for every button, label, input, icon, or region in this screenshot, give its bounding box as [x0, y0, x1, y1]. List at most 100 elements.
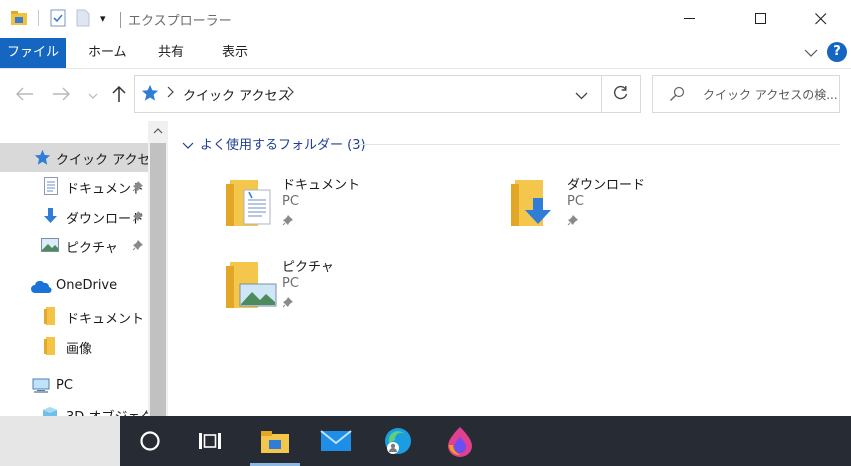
edge-icon — [385, 428, 411, 454]
star-icon — [34, 149, 51, 170]
taskbar-paint[interactable] — [430, 416, 490, 466]
scroll-thumb[interactable] — [150, 143, 166, 416]
search-box[interactable]: クイック アクセスの検... — [652, 75, 840, 113]
recent-locations-icon[interactable] — [88, 90, 98, 105]
help-icon[interactable]: ? — [827, 42, 847, 62]
taskbar-file-explorer[interactable] — [245, 416, 305, 466]
breadcrumb-chevron-icon[interactable] — [287, 86, 295, 102]
file-explorer-icon — [261, 431, 289, 453]
sidebar-item-onedrive[interactable]: OneDrive — [0, 272, 148, 301]
folder-tile-pictures[interactable]: ピクチャ PC — [226, 258, 486, 328]
sidebar-item-label: PC — [56, 378, 73, 393]
pin-icon[interactable] — [282, 296, 294, 312]
sidebar-item-label: ピクチャ — [66, 241, 118, 256]
forward-arrow-icon[interactable] — [52, 87, 70, 105]
back-arrow-icon[interactable] — [16, 87, 34, 105]
sidebar-item-pictures[interactable]: ピクチャ — [0, 231, 148, 260]
folder-name: ドキュメント — [282, 178, 361, 193]
sidebar-scrollbar[interactable] — [148, 121, 168, 416]
task-view-icon — [199, 433, 221, 449]
refresh-icon — [612, 85, 629, 106]
folder-name: ピクチャ — [282, 260, 334, 275]
maximize-button[interactable] — [738, 0, 784, 38]
breadcrumb-quick-access[interactable]: クイック アクセス — [183, 85, 290, 104]
title-separator — [120, 12, 121, 28]
pin-icon[interactable] — [282, 214, 294, 230]
qa-separator — [38, 10, 40, 30]
picture-icon — [41, 238, 59, 256]
sidebar-item-pc[interactable]: PC — [0, 372, 148, 401]
paint-icon — [448, 427, 472, 457]
cortana-button[interactable] — [120, 416, 180, 466]
downloads-folder-icon — [511, 176, 559, 232]
pin-icon[interactable] — [132, 180, 144, 196]
close-button[interactable] — [798, 0, 844, 38]
pin-icon[interactable] — [132, 239, 144, 255]
tab-file[interactable]: ファイル — [0, 38, 66, 68]
folder-tile-downloads[interactable]: ダウンロード PC — [511, 176, 771, 246]
search-icon — [669, 86, 685, 106]
cube-icon — [42, 406, 58, 416]
explorer-app-icon[interactable] — [10, 9, 28, 31]
chevron-up-icon — [153, 128, 163, 134]
scroll-up-button[interactable] — [148, 121, 168, 141]
title-bar: ▾ エクスプローラー — [0, 0, 851, 38]
navigation-pane: クイック アクセス ドキュメント ダウンロード ピクチャ OneDrive — [0, 121, 148, 416]
tab-view[interactable]: 表示 — [222, 38, 248, 68]
collapse-group-icon[interactable] — [182, 139, 194, 154]
sidebar-item-3d-objects[interactable]: 3D オブジェクト — [0, 401, 148, 416]
navigation-bar: クイック アクセス クイック アクセスの検... — [0, 69, 851, 121]
sidebar-item-downloads[interactable]: ダウンロード — [0, 202, 148, 231]
sidebar-item-documents[interactable]: ドキュメント — [0, 172, 148, 201]
address-dropdown-icon[interactable] — [575, 89, 588, 104]
documents-folder-icon — [226, 176, 274, 232]
tab-share[interactable]: 共有 — [158, 38, 184, 68]
sidebar-item-label: 画像 — [66, 342, 93, 357]
folder-name: ダウンロード — [567, 178, 646, 193]
ribbon-tabs: ファイル ホーム 共有 表示 ? — [0, 38, 851, 69]
taskbar-edge[interactable] — [368, 416, 428, 466]
sidebar-item-label: OneDrive — [56, 278, 118, 293]
sidebar-item-onedrive-documents[interactable]: ドキュメント — [0, 302, 148, 331]
folder-location: PC — [282, 194, 299, 209]
breadcrumb-chevron-icon[interactable] — [167, 86, 175, 102]
folder-icon — [44, 337, 56, 359]
sidebar-item-label: 3D オブジェクト — [66, 406, 148, 416]
sidebar-item-label: クイック アクセス — [56, 153, 148, 168]
group-divider — [352, 144, 840, 145]
new-folder-icon[interactable] — [76, 9, 90, 31]
folder-location: PC — [282, 276, 299, 291]
sidebar-item-label: ドキュメント — [66, 312, 145, 327]
pin-icon[interactable] — [567, 214, 579, 230]
group-header[interactable]: よく使用するフォルダー (3) — [200, 134, 366, 153]
cortana-icon — [140, 431, 160, 451]
refresh-button[interactable] — [600, 75, 641, 113]
folder-location: PC — [567, 194, 584, 209]
document-icon — [44, 177, 58, 199]
folder-icon — [44, 307, 56, 329]
download-icon — [42, 207, 59, 229]
tab-home[interactable]: ホーム — [88, 38, 127, 68]
expand-ribbon-icon[interactable] — [804, 47, 818, 62]
minimize-icon — [684, 18, 695, 19]
close-icon — [815, 13, 827, 25]
sidebar-item-onedrive-images[interactable]: 画像 — [0, 332, 148, 361]
taskbar-mail[interactable] — [306, 416, 366, 466]
taskbar — [0, 416, 851, 466]
task-view-button[interactable] — [180, 416, 240, 466]
sidebar-item-quick-access[interactable]: クイック アクセス — [0, 143, 148, 172]
minimize-button[interactable] — [667, 0, 713, 38]
up-arrow-icon[interactable] — [112, 85, 126, 107]
folder-tile-documents[interactable]: ドキュメント PC — [226, 176, 486, 246]
maximize-icon — [755, 13, 766, 24]
pictures-folder-icon — [226, 258, 278, 314]
cloud-icon — [30, 280, 52, 298]
address-bar[interactable]: クイック アクセス — [134, 75, 602, 113]
pc-icon — [32, 378, 52, 398]
properties-icon[interactable] — [50, 9, 66, 31]
star-icon — [141, 84, 159, 106]
mail-icon — [320, 430, 352, 451]
qa-dropdown-icon[interactable]: ▾ — [100, 12, 106, 25]
pin-icon[interactable] — [132, 210, 144, 226]
window-title: エクスプローラー — [128, 14, 232, 29]
